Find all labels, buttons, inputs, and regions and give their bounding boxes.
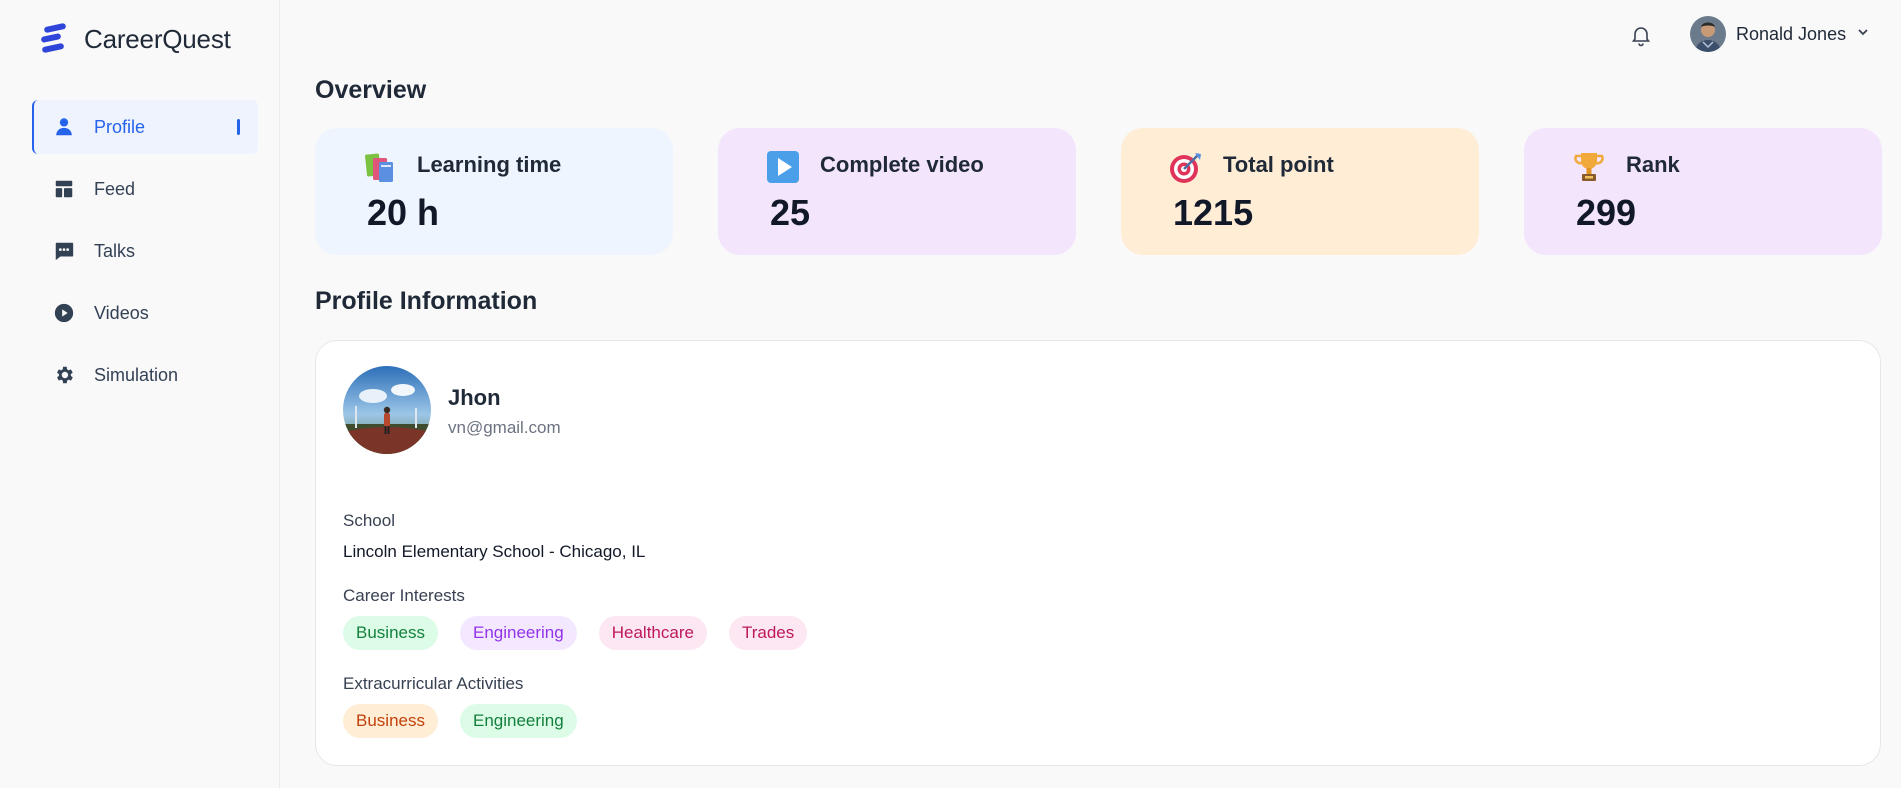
profile-panel: Jhon vn@gmail.com School Lincoln Element…	[315, 340, 1881, 766]
stat-value: 1215	[1173, 192, 1254, 233]
chat-icon	[52, 239, 76, 263]
user-menu[interactable]: Ronald Jones	[1690, 16, 1870, 52]
stats-row: Learning time 20 h Complete video 25 Tot…	[315, 128, 1882, 255]
target-icon	[1170, 153, 1201, 183]
career-interests-label: Career Interests	[343, 586, 465, 605]
layout-icon	[52, 177, 76, 201]
stat-label: Learning time	[417, 152, 562, 177]
stat-label: Rank	[1626, 152, 1680, 177]
books-icon	[365, 153, 393, 182]
logo[interactable]: CareerQuest	[38, 22, 231, 56]
profile-info-title: Profile Information	[315, 287, 538, 315]
sidebar-item-label: Simulation	[94, 364, 179, 385]
tag-trades: Trades	[728, 616, 808, 650]
extracurricular-label: Extracurricular Activities	[343, 674, 524, 693]
gear-icon	[52, 363, 76, 387]
play-button-icon	[767, 151, 799, 183]
sidebar-item-profile[interactable]: Profile	[32, 100, 258, 154]
tag-engineering: Engineering	[459, 616, 577, 650]
stat-card-complete-video: Complete video 25	[718, 128, 1076, 255]
stat-value: 20 h	[367, 192, 440, 233]
app-name: CareerQuest	[84, 23, 231, 54]
sidebar-item-videos[interactable]: Videos	[32, 286, 258, 340]
play-circle-icon	[52, 301, 76, 325]
tag-business: Business	[343, 616, 438, 650]
sidebar-item-label: Videos	[94, 302, 149, 323]
tag-healthcare: Healthcare	[598, 616, 707, 650]
logo-icon	[41, 23, 66, 53]
stat-card-rank: Rank 299	[1524, 128, 1882, 255]
sidebar-item-label: Profile	[94, 116, 146, 137]
extracurricular-tags: Business Engineering	[343, 704, 577, 738]
profile-avatar	[343, 366, 431, 454]
user-icon	[52, 115, 76, 139]
stat-value: 299	[1576, 192, 1637, 233]
sidebar-nav: Profile Feed Talks Videos Simulation	[32, 100, 258, 410]
profile-email: vn@gmail.com	[448, 418, 561, 437]
stat-card-learning-time: Learning time 20 h	[315, 128, 673, 255]
stat-label: Total point	[1223, 152, 1334, 177]
tag-business: Business	[343, 704, 438, 738]
sidebar: CareerQuest Profile Feed Talks Videos Si…	[0, 0, 280, 788]
active-indicator	[237, 119, 240, 135]
avatar	[1690, 16, 1726, 52]
sidebar-item-simulation[interactable]: Simulation	[32, 348, 258, 402]
stat-label: Complete video	[820, 152, 984, 177]
app-root: CareerQuest Profile Feed Talks Videos Si…	[0, 0, 1901, 788]
chevron-down-icon	[1856, 25, 1870, 44]
overview-title: Overview	[315, 76, 427, 104]
sidebar-item-feed[interactable]: Feed	[32, 162, 258, 216]
user-name: Ronald Jones	[1736, 23, 1847, 44]
sidebar-item-label: Talks	[94, 240, 136, 261]
profile-name: Jhon	[448, 385, 501, 410]
sidebar-item-label: Feed	[94, 178, 136, 199]
school-label: School	[343, 511, 395, 530]
stat-value: 25	[770, 192, 811, 233]
sidebar-item-talks[interactable]: Talks	[32, 224, 258, 278]
career-interests-tags: Business Engineering Healthcare Trades	[343, 616, 808, 650]
trophy-icon	[1574, 153, 1604, 181]
stat-card-total-point: Total point 1215	[1121, 128, 1479, 255]
tag-engineering: Engineering	[459, 704, 577, 738]
notification-bell-icon[interactable]	[1626, 20, 1656, 50]
school-value: Lincoln Elementary School - Chicago, IL	[343, 542, 646, 561]
